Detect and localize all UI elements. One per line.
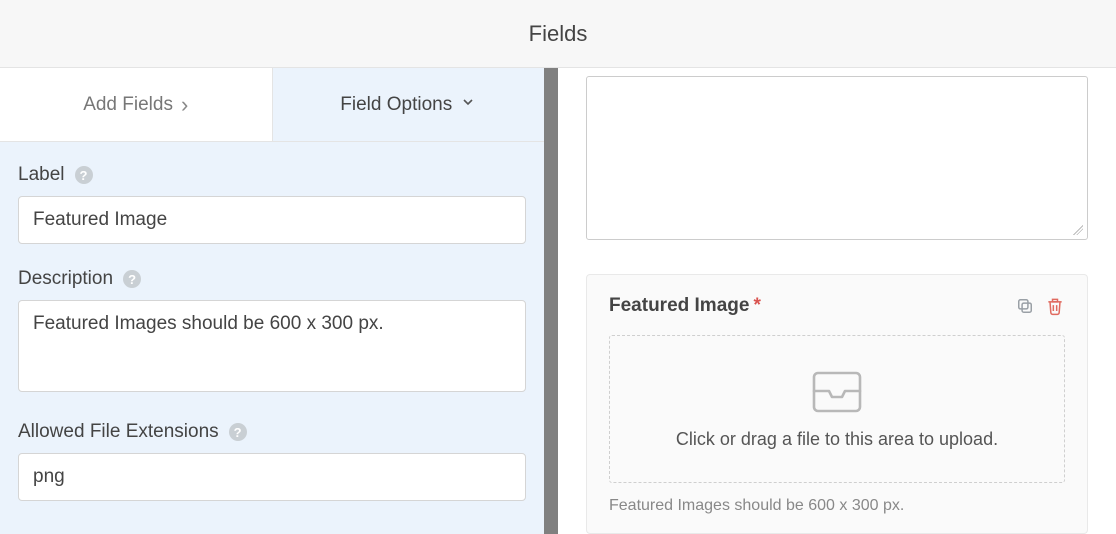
field-title: Featured Image * — [609, 295, 761, 317]
option-title-row: Description ? — [18, 268, 526, 290]
preview-panel: Featured Image * — [558, 68, 1116, 534]
group-extensions: Allowed File Extensions ? — [18, 421, 526, 501]
field-title-text: Featured Image — [609, 295, 749, 317]
required-mark: * — [753, 295, 760, 317]
left-panel: Add Fields › Field Options Label ? — [0, 68, 544, 534]
label-input[interactable] — [18, 196, 526, 244]
text-area-field[interactable] — [586, 76, 1088, 240]
panel-divider[interactable] — [544, 68, 558, 534]
trash-icon[interactable] — [1045, 296, 1065, 316]
tab-add-fields[interactable]: Add Fields › — [0, 68, 273, 142]
extensions-input[interactable] — [18, 453, 526, 501]
dropzone-text: Click or drag a file to this area to upl… — [676, 429, 998, 450]
chevron-right-icon: › — [181, 94, 188, 116]
description-textarea[interactable]: Featured Images should be 600 x 300 px. — [18, 300, 526, 392]
option-title-row: Label ? — [18, 164, 526, 186]
field-card-header: Featured Image * — [609, 295, 1065, 317]
page-title: Fields — [529, 21, 588, 47]
help-icon[interactable]: ? — [75, 166, 93, 184]
tab-label: Add Fields — [83, 94, 173, 116]
page-header: Fields — [0, 0, 1116, 68]
option-title-row: Allowed File Extensions ? — [18, 421, 526, 443]
group-label: Label ? — [18, 164, 526, 244]
help-icon[interactable]: ? — [229, 423, 247, 441]
body: Add Fields › Field Options Label ? — [0, 68, 1116, 534]
field-options-panel: Label ? Description ? Featured Images sh… — [0, 142, 544, 534]
group-description: Description ? Featured Images should be … — [18, 268, 526, 397]
upload-dropzone[interactable]: Click or drag a file to this area to upl… — [609, 335, 1065, 483]
option-title: Description — [18, 268, 113, 290]
tab-field-options[interactable]: Field Options — [273, 68, 545, 142]
help-icon[interactable]: ? — [123, 270, 141, 288]
field-hint: Featured Images should be 600 x 300 px. — [609, 497, 1065, 515]
option-title: Allowed File Extensions — [18, 421, 219, 443]
option-title: Label — [18, 164, 65, 186]
tabs: Add Fields › Field Options — [0, 68, 544, 142]
tab-label: Field Options — [340, 94, 452, 116]
file-upload-field-card[interactable]: Featured Image * — [586, 274, 1088, 534]
duplicate-icon[interactable] — [1015, 296, 1035, 316]
chevron-down-icon — [460, 94, 476, 110]
field-actions — [1015, 296, 1065, 316]
inbox-icon — [811, 369, 863, 413]
